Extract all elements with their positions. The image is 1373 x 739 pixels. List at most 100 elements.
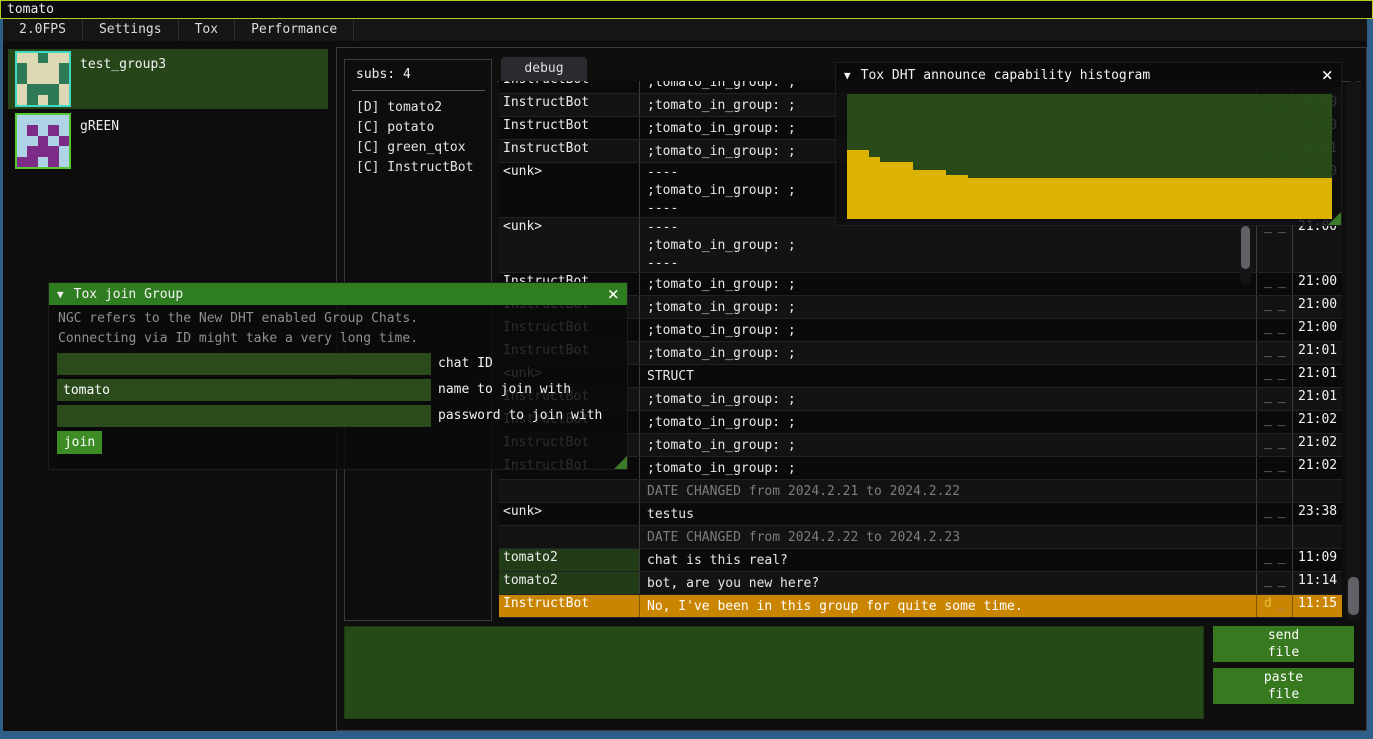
message-text: ;tomato_in_group: ; [639,296,1256,318]
message-author: <unk> [499,503,639,525]
message-status-flags: __ [1256,388,1292,410]
histogram-bar [869,157,880,220]
histogram-bar [1089,178,1100,219]
histogram-bar [1078,178,1089,219]
chat-message-row: InstructBotNo, I've been in this group f… [499,595,1342,618]
message-text: DATE CHANGED from 2024.2.22 to 2024.2.23 [639,526,1256,548]
histogram-bar [1211,178,1222,219]
message-author: tomato2 [499,572,639,594]
menu-item-2-0fps[interactable]: 2.0FPS [3,19,83,41]
chat-scrollbar-thumb[interactable] [1348,577,1359,615]
join-password-label: password to join with [438,405,602,427]
join-window-titlebar[interactable]: ▼ Tox join Group × [49,283,627,305]
message-author: InstructBot [499,140,639,162]
histogram-window: ▼ Tox DHT announce capability histogram … [835,62,1342,226]
message-timestamp: 11:14 [1292,572,1342,594]
histogram-bar [1023,178,1034,219]
paste-file-button[interactable]: paste file [1213,668,1354,704]
histogram-bar [935,170,946,219]
histogram-bar [847,150,858,219]
message-status-flags: __ [1256,342,1292,364]
close-icon[interactable]: × [1322,66,1333,85]
histogram-bar [979,178,990,219]
menu-bar: 2.0FPSSettingsToxPerformance [3,19,1367,41]
date-change-row: DATE CHANGED from 2024.2.22 to 2024.2.23 [499,526,1342,549]
histogram-bar [1067,178,1078,219]
avatar-identicon [17,115,69,167]
histogram-bar [1277,178,1288,219]
histogram-bar [880,162,891,220]
histogram-bar [1111,178,1122,219]
message-timestamp: 23:38 [1292,503,1342,525]
status-flag: _ [1264,573,1272,588]
inner-scrollbar-track[interactable] [1240,224,1251,284]
member-row-green_qtox[interactable]: [C] green_qtox [356,138,487,158]
tab-debug[interactable]: debug [501,57,587,81]
sidebar-item-green[interactable]: gREEN [8,111,328,171]
join-password-field[interactable] [57,405,431,427]
message-text: ;tomato_in_group: ; [639,342,1256,364]
message-timestamp: 21:01 [1292,365,1342,387]
send-file-button[interactable]: send file [1213,626,1354,662]
chat-scrollbar-track[interactable] [1346,81,1361,621]
message-status-flags [1256,480,1292,502]
histogram-bar [1045,178,1056,219]
status-flag: _ [1264,274,1272,289]
histogram-bar [1188,178,1199,219]
message-text: ;tomato_in_group: ; [639,388,1256,410]
message-status-flags: d_ [1256,595,1292,617]
histogram-bar [990,178,1001,219]
join-name-field[interactable] [57,379,431,401]
message-author: tomato2 [499,549,639,571]
join-window-title: Tox join Group [74,287,608,302]
histogram-bar [1200,178,1211,219]
sidebar-item-test_group3[interactable]: test_group3 [8,49,328,109]
message-timestamp [1292,480,1342,502]
message-status-flags: __ [1256,365,1292,387]
join-info-line-1: NGC refers to the New DHT enabled Group … [58,311,418,326]
inner-scrollbar-thumb[interactable] [1241,226,1250,269]
chat-id-field[interactable] [57,353,431,375]
chat-message-row: <unk>testus__23:38 [499,503,1342,526]
status-flag: _ [1278,458,1286,473]
status-flag: _ [1264,320,1272,335]
member-row-instructbot[interactable]: [C] InstructBot [356,158,487,178]
status-flag: _ [1278,389,1286,404]
histogram-bar [1222,178,1233,219]
status-flag: _ [1278,366,1286,381]
message-text: chat is this real? [639,549,1256,571]
resize-grip-icon[interactable] [614,456,627,469]
message-text: ;tomato_in_group: ; [639,411,1256,433]
member-row-tomato2[interactable]: [D] tomato2 [356,98,487,118]
subs-separator [352,90,485,91]
histogram-window-titlebar[interactable]: ▼ Tox DHT announce capability histogram … [836,63,1341,87]
menu-item-performance[interactable]: Performance [235,19,354,41]
message-timestamp: 21:02 [1292,457,1342,479]
member-row-potato[interactable]: [C] potato [356,118,487,138]
status-flag: _ [1264,297,1272,312]
message-text: ;tomato_in_group: ; [639,457,1256,479]
message-status-flags: __ [1256,319,1292,341]
histogram-bar [946,175,957,219]
histogram-bar [1166,178,1177,219]
status-flag: _ [1278,320,1286,335]
message-timestamp: 21:01 [1292,388,1342,410]
message-author: <unk> [499,163,639,217]
window-titlebar[interactable]: tomato [0,0,1373,19]
close-icon[interactable]: × [608,285,619,304]
collapse-triangle-icon[interactable]: ▼ [57,288,64,301]
histogram-bar [1034,178,1045,219]
message-author [499,480,639,502]
group-avatar [15,113,71,169]
message-input[interactable] [344,626,1204,719]
menu-item-settings[interactable]: Settings [83,19,179,41]
message-timestamp: 21:02 [1292,434,1342,456]
message-timestamp [1292,526,1342,548]
message-status-flags [1256,526,1292,548]
menu-item-tox[interactable]: Tox [179,19,235,41]
resize-grip-icon[interactable] [1328,212,1341,225]
histogram-bar [858,150,869,219]
histogram-bar [913,170,924,219]
collapse-triangle-icon[interactable]: ▼ [844,69,851,82]
join-button[interactable]: join [57,431,102,454]
